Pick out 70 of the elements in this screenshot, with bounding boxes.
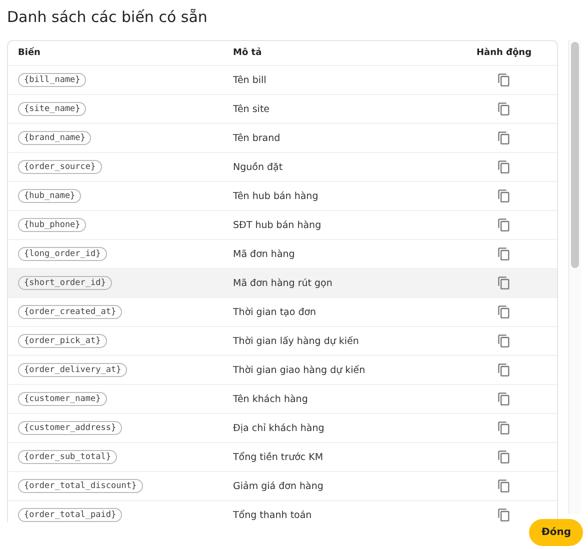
copy-icon: [497, 189, 511, 203]
copy-icon: [497, 247, 511, 261]
copy-button[interactable]: [497, 73, 511, 87]
copy-icon: [497, 102, 511, 116]
copy-icon: [497, 421, 511, 435]
description-cell-text: Nguồn đặt: [233, 162, 284, 172]
copy-button[interactable]: [497, 450, 511, 464]
variable-tag: {short_order_id}: [18, 276, 112, 290]
copy-button[interactable]: [497, 160, 511, 174]
variable-tag: {long_order_id}: [18, 247, 107, 261]
variable-tag: {order_total_paid}: [18, 508, 122, 522]
copy-button[interactable]: [497, 218, 511, 232]
copy-button[interactable]: [497, 392, 511, 406]
variable-tag: {order_created_at}: [18, 305, 122, 319]
description-cell-text: SĐT hub bán hàng: [233, 220, 322, 230]
description-cell-text: Tên bill: [233, 74, 268, 86]
copy-icon: [497, 276, 511, 290]
copy-button[interactable]: [497, 102, 511, 116]
description-cell-text: Tên hub bán hàng: [233, 190, 320, 202]
description-cell-text: Giảm giá đơn hàng: [233, 480, 324, 492]
variable-tag: {order_pick_at}: [18, 334, 107, 348]
variable-tag: {customer_name}: [18, 392, 107, 406]
copy-button[interactable]: [497, 421, 511, 435]
copy-icon: [497, 305, 511, 319]
copy-icon: [497, 218, 511, 232]
copy-icon: [497, 508, 511, 522]
variable-tag: {bill_name}: [18, 73, 86, 87]
variable-tag: {site_name}: [18, 102, 86, 116]
copy-button[interactable]: [497, 479, 511, 493]
copy-icon: [497, 450, 511, 464]
scrollbar[interactable]: [568, 40, 581, 514]
description-cell-text: Mã đơn hàng rút gọn: [233, 278, 334, 288]
copy-button[interactable]: [497, 508, 511, 522]
copy-button[interactable]: [497, 305, 511, 319]
variable-tag: {customer_address}: [18, 421, 122, 435]
close-button[interactable]: Đóng: [529, 519, 583, 546]
variable-tag: {brand_name}: [18, 131, 92, 145]
copy-icon: [497, 160, 511, 174]
copy-button[interactable]: [497, 189, 511, 203]
copy-button[interactable]: [497, 131, 511, 145]
copy-icon: [497, 363, 511, 377]
description-cell-text: Mã đơn hàng: [233, 248, 296, 260]
variable-tag: {hub_phone}: [18, 218, 86, 232]
description-cell-text: Tổng tiền trước KM: [233, 452, 324, 462]
copy-button[interactable]: [497, 363, 511, 377]
column-header: Hành động: [475, 48, 533, 58]
copy-icon: [497, 479, 511, 493]
copy-button[interactable]: [497, 247, 511, 261]
description-cell-text: Thời gian giao hàng dự kiến: [233, 364, 366, 376]
description-cell-text: Tổng thanh toán: [233, 510, 313, 520]
copy-icon: [497, 73, 511, 87]
column-header: Biến: [18, 48, 42, 58]
description-cell-text: Tên site: [233, 104, 271, 114]
variable-tag: {order_sub_total}: [18, 450, 117, 464]
variable-tag: {order_total_discount}: [18, 479, 143, 493]
description-cell-text: Tên khách hàng: [233, 394, 309, 404]
variable-tag: {order_source}: [18, 160, 102, 174]
column-header: Mô tả: [233, 48, 263, 58]
variable-tag: {order_delivery_at}: [18, 363, 128, 377]
copy-icon: [497, 334, 511, 348]
copy-icon: [497, 392, 511, 406]
copy-icon: [497, 131, 511, 145]
copy-button[interactable]: [497, 276, 511, 290]
description-cell-text: Thời gian tạo đơn: [233, 306, 318, 318]
description-cell-text: Tên brand: [233, 132, 282, 144]
variable-tag: {hub_name}: [18, 189, 82, 203]
description-cell-text: Thời gian lấy hàng dự kiến: [233, 336, 360, 346]
dialog-title: Danh sách các biến có sẵn: [6, 7, 208, 28]
description-cell-text: Địa chỉ khách hàng: [233, 422, 326, 434]
copy-button[interactable]: [497, 334, 511, 348]
